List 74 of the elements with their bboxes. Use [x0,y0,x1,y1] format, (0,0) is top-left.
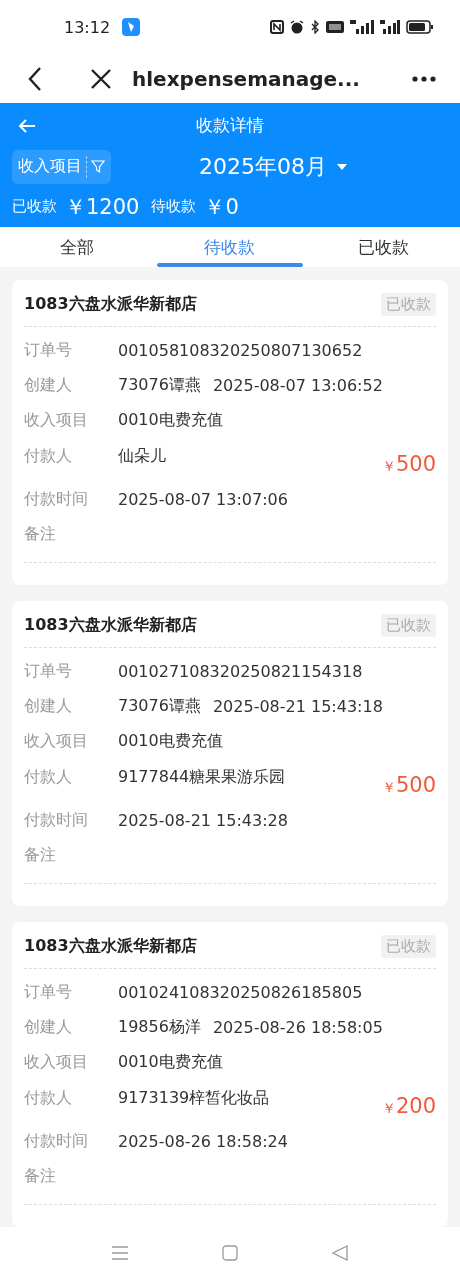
field-value: 001058108320250807130652 [118,341,363,361]
field-label: 备注 [24,1166,57,1188]
status-badge: 已收款 [381,934,436,958]
field-label: 订单号 [24,340,73,362]
tab[interactable]: 待收款 [153,227,307,268]
field-label: 收入项目 [24,410,89,432]
amount: ￥200 [381,1094,436,1119]
field-label: 付款人 [24,1088,73,1110]
amount: ￥500 [381,773,436,798]
field-label: 订单号 [24,982,73,1004]
tab[interactable]: 已收款 [306,227,460,268]
nfc-icon [270,20,284,35]
status-badge: 已收款 [381,613,436,637]
field-value: 9177844糖果果游乐园 [118,767,286,789]
field-label: 付款时间 [24,1131,89,1153]
back-arrow-icon[interactable] [18,118,36,133]
more-icon[interactable] [412,75,436,82]
bluetooth-icon [310,20,320,35]
battery-icon [406,20,434,35]
order-card[interactable]: 1083六盘水派华新都店 已收款 订单号 001027108320250821154318 创建人 73076谭燕 2025-08-21 15:43:18 收入项目 0010电费充值 付款人 9177844糖果果游乐园 ￥500 付款时间 2025-08-21 15:43:28 备注 [12,601,448,907]
stat-label: 已收款 [12,197,57,216]
field-value: 001024108320250826185805 [118,983,363,1003]
status-time: 13:12 [64,17,111,37]
stat-value: ￥1200 [65,193,140,221]
field-value: 2025-08-21 15:43:28 [118,811,288,831]
field-value: 0010电费充值 [118,731,223,753]
order-card[interactable]: 1083六盘水派华新都店 已收款 订单号 001024108320250826185805 创建人 19856杨洋 2025-08-26 18:58:05 收入项目 0010电费充值 付款人 9173139梓皙化妆品 ￥200 付款时间 2025-08-26 18:58:24 备注 [12,922,448,1228]
order-card[interactable]: 1083六盘水派华新都店 已收款 订单号 001058108320250807130652 创建人 73076谭燕 2025-08-07 13:06:52 收入项目 0010电费充值 付款人 仙朵儿 ￥500 付款时间 2025-08-07 13:07:06 备注 [12,280,448,586]
app-notification-icon [122,18,141,37]
field-label: 备注 [24,845,57,867]
field-value: 仙朵儿 [118,446,166,468]
field-value: 73076谭燕 [118,696,201,718]
field-value: 2025-08-07 13:06:52 [212,376,383,396]
store-name: 1083六盘水派华新都店 [24,293,197,315]
signal-icon [380,20,400,35]
header-title: 收款详情 [196,114,264,137]
field-label: 创建人 [24,375,73,397]
store-name: 1083六盘水派华新都店 [24,935,197,957]
field-value: 2025-08-07 13:07:06 [118,490,288,510]
field-value: 0010电费充值 [118,1052,223,1074]
amount: ￥500 [381,452,436,477]
field-value: 2025-08-26 18:58:05 [212,1018,383,1038]
field-label: 付款时间 [24,489,89,511]
back-icon[interactable] [28,65,42,92]
store-name: 1083六盘水派华新都店 [24,614,197,636]
tab[interactable]: 全部 [0,227,154,268]
menu-icon[interactable] [112,1246,128,1261]
field-value: 0010电费充值 [118,410,223,432]
field-label: 订单号 [24,661,73,683]
field-value: 73076谭燕 [118,375,201,397]
field-label: 创建人 [24,1017,73,1039]
field-label: 创建人 [24,696,73,718]
dropdown-caret-icon [337,163,347,170]
filter-icon [91,159,105,174]
stat-label: 待收款 [151,197,197,216]
field-label: 付款人 [24,446,73,468]
field-value: 19856杨洋 [118,1017,201,1039]
field-label: 收入项目 [24,1052,89,1074]
hd-icon [326,21,344,34]
page-title: hlexpensemanage... [132,66,361,91]
home-icon[interactable] [222,1245,238,1262]
alarm-icon [290,20,304,35]
field-label: 付款人 [24,767,73,789]
field-label: 备注 [24,524,57,546]
field-label: 收入项目 [24,731,89,753]
close-icon[interactable] [90,67,112,90]
field-value: 2025-08-21 15:43:18 [212,697,383,717]
field-label: 付款时间 [24,810,89,832]
field-value: 9173139梓皙化妆品 [118,1088,270,1110]
stat-value: ￥0 [204,193,239,221]
field-value: 001027108320250821154318 [118,662,363,682]
signal-icon [350,20,374,35]
field-value: 2025-08-26 18:58:24 [118,1132,288,1152]
status-badge: 已收款 [381,292,436,316]
